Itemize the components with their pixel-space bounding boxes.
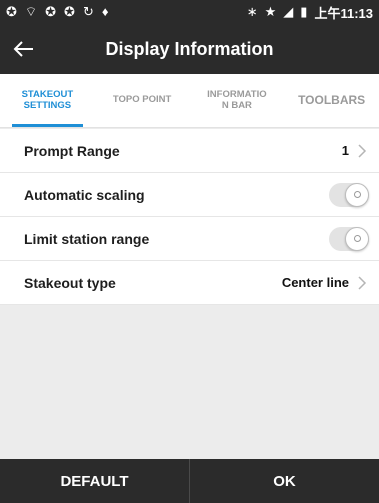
wifi-icon: ⌔ bbox=[24, 4, 38, 19]
chevron-right-icon bbox=[358, 143, 367, 158]
back-button[interactable] bbox=[0, 24, 46, 74]
chrome-icon: ✪ bbox=[6, 4, 17, 19]
stakeout-type-label: Stakeout type bbox=[24, 274, 116, 291]
automatic-scaling-label: Automatic scaling bbox=[24, 186, 145, 203]
tab-bar: STAKEOUT SETTINGS TOPO POINT INFORMATIO N … bbox=[0, 74, 379, 128]
page-title: Display Information bbox=[105, 38, 274, 59]
status-left-icons: ✪ ⌔ ✪ ✪ ↻ ♦ bbox=[6, 4, 109, 20]
tab-information-bar[interactable]: INFORMATIO N BAR bbox=[190, 74, 285, 127]
app-bar: Display Information bbox=[0, 24, 379, 74]
automatic-scaling-toggle[interactable] bbox=[329, 182, 369, 207]
tab-topo-point[interactable]: TOPO POINT bbox=[95, 74, 190, 127]
default-button[interactable]: DEFAULT bbox=[0, 459, 189, 503]
location-icon: ♦ bbox=[101, 4, 109, 19]
stakeout-type-value: Center line bbox=[281, 275, 349, 290]
status-bar: ✪ ⌔ ✪ ✪ ↻ ♦ ∗ ★ ◢ ▮ 上午11:13 bbox=[0, 0, 379, 24]
no-signal-icon: ◢ bbox=[283, 4, 294, 19]
chevron-right-icon bbox=[358, 275, 367, 290]
status-right-icons: ∗ ★ ◢ ▮ 上午11:13 bbox=[247, 3, 373, 22]
bottom-bar: DEFAULT OK bbox=[0, 459, 379, 503]
tab-stakeout-settings[interactable]: STAKEOUT SETTINGS bbox=[0, 74, 95, 127]
chrome-icon: ✪ bbox=[64, 4, 75, 19]
tab-toolbars[interactable]: TOOLBARS bbox=[284, 74, 379, 127]
prompt-range-row[interactable]: Prompt Range 1 bbox=[0, 129, 379, 173]
star-icon: ★ bbox=[264, 4, 277, 19]
prompt-range-value: 1 bbox=[341, 143, 349, 158]
tab-label: TOPO POINT bbox=[112, 94, 172, 106]
toggle-knob bbox=[345, 226, 369, 251]
ok-button[interactable]: OK bbox=[190, 459, 379, 503]
status-time: 上午11:13 bbox=[314, 5, 373, 21]
limit-station-range-row: Limit station range bbox=[0, 217, 379, 261]
prompt-range-label: Prompt Range bbox=[24, 142, 120, 159]
toggle-knob bbox=[345, 182, 369, 207]
settings-list: Prompt Range 1 Automatic scaling Limit s… bbox=[0, 129, 379, 305]
tab-label: TOOLBARS bbox=[298, 92, 366, 107]
limit-station-range-toggle[interactable] bbox=[329, 226, 369, 251]
automatic-scaling-row: Automatic scaling bbox=[0, 173, 379, 217]
bluetooth-icon: ∗ bbox=[246, 4, 258, 19]
arrow-left-icon bbox=[13, 41, 33, 57]
limit-station-range-label: Limit station range bbox=[24, 230, 150, 247]
chrome-icon: ✪ bbox=[45, 4, 57, 19]
tab-label: STAKEOUT SETTINGS bbox=[21, 88, 74, 111]
stakeout-type-row[interactable]: Stakeout type Center line bbox=[0, 261, 379, 305]
tab-label: INFORMATIO N BAR bbox=[207, 88, 267, 111]
sync-icon: ↻ bbox=[82, 4, 94, 19]
battery-icon: ▮ bbox=[300, 4, 308, 19]
